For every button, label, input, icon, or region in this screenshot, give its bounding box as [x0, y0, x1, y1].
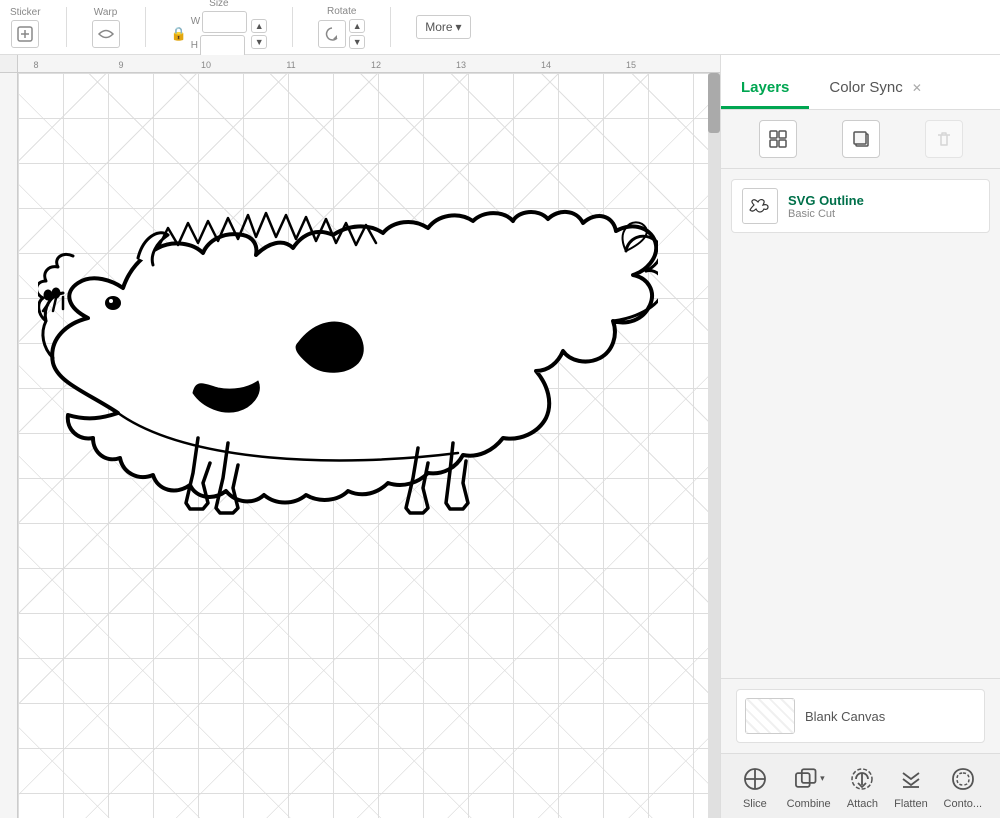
right-panel: Layers Color Sync ✕: [720, 55, 1000, 818]
boar-image[interactable]: [38, 193, 658, 523]
attach-tool[interactable]: Attach: [846, 763, 878, 810]
ruler-tick-9: 9: [118, 60, 123, 70]
flatten-label: Flatten: [894, 798, 928, 810]
sticker-group: Sticker: [10, 7, 41, 48]
rotate-label: Rotate: [327, 6, 356, 17]
rotate-ccw-btn[interactable]: [318, 20, 346, 48]
duplicate-layer-btn[interactable]: [842, 120, 880, 158]
delete-icon: [934, 129, 954, 149]
size-up-btn[interactable]: ▲: [251, 19, 267, 33]
close-color-sync-icon[interactable]: ✕: [912, 81, 922, 95]
group-icon: [768, 129, 788, 149]
scrollbar-thumb[interactable]: [708, 73, 720, 133]
canvas-content[interactable]: [18, 73, 720, 818]
combine-icon-area: ▾: [793, 763, 825, 795]
vertical-scrollbar[interactable]: [708, 73, 720, 818]
blank-canvas-thumbnail: [745, 698, 795, 734]
flatten-tool[interactable]: Flatten: [894, 763, 928, 810]
warp-group: Warp: [92, 7, 120, 48]
slice-label: Slice: [743, 798, 767, 810]
more-dropdown-icon: ▾: [456, 20, 462, 34]
ruler-corner: [0, 55, 18, 73]
ruler-tick-11: 11: [286, 60, 295, 70]
rotate-group: Rotate ▲ ▼: [318, 6, 365, 49]
width-input[interactable]: [202, 11, 247, 33]
top-toolbar: Sticker Warp Size 🔒 W H: [0, 0, 1000, 55]
combine-icon: [793, 766, 818, 792]
ruler-tick-14: 14: [541, 60, 551, 70]
lock-icon: 🔒: [171, 26, 187, 42]
size-label: Size: [209, 0, 228, 9]
warp-label: Warp: [94, 7, 118, 18]
rotate-inc-btn[interactable]: ▲: [349, 19, 365, 33]
delete-layer-btn[interactable]: [925, 120, 963, 158]
ruler-tick-8: 8: [33, 60, 38, 70]
sep-3: [292, 7, 293, 47]
more-label: More: [425, 20, 452, 34]
sticker-label: Sticker: [10, 7, 41, 18]
slice-tool[interactable]: Slice: [739, 763, 771, 810]
layers-list: SVG Outline Basic Cut: [721, 169, 1000, 678]
contour-icon: [947, 763, 979, 795]
size-group: Size 🔒 W H ▲ ▼: [171, 0, 268, 57]
duplicate-icon: [851, 129, 871, 149]
attach-icon: [846, 763, 878, 795]
panel-tabs: Layers Color Sync ✕: [721, 55, 1000, 110]
combine-label: Combine: [787, 798, 831, 810]
tab-layers[interactable]: Layers: [721, 71, 809, 109]
sticker-icon-btn[interactable]: [11, 20, 39, 48]
combine-tool[interactable]: ▾ Combine: [787, 763, 831, 810]
attach-label: Attach: [847, 798, 878, 810]
canvas-grid[interactable]: [18, 73, 720, 818]
tab-color-sync-label: Color Sync: [829, 79, 902, 96]
sep-1: [66, 7, 67, 47]
panel-bottom-toolbar: Slice ▾ Combine: [721, 753, 1000, 818]
height-input[interactable]: [200, 35, 245, 57]
contour-label: Conto...: [944, 798, 983, 810]
blank-canvas-label: Blank Canvas: [805, 709, 885, 724]
contour-tool[interactable]: Conto...: [944, 763, 983, 810]
ruler-tick-10: 10: [201, 60, 211, 70]
main-area: 8 9 10 11 12 13 14 15: [0, 55, 1000, 818]
flatten-icon: [895, 763, 927, 795]
more-button[interactable]: More ▾: [416, 15, 470, 39]
sep-4: [390, 7, 391, 47]
size-down-btn[interactable]: ▼: [251, 35, 267, 49]
sep-2: [145, 7, 146, 47]
layer-item[interactable]: SVG Outline Basic Cut: [731, 179, 990, 233]
ruler-horizontal: 8 9 10 11 12 13 14 15: [0, 55, 720, 73]
tab-layers-label: Layers: [741, 79, 789, 96]
layer-info: SVG Outline Basic Cut: [788, 193, 979, 220]
layer-thumb-svg: [746, 192, 774, 220]
rotate-dec-btn[interactable]: ▼: [349, 35, 365, 49]
canvas-wrapper: 8 9 10 11 12 13 14 15: [0, 55, 720, 818]
layer-name: SVG Outline: [788, 193, 979, 208]
combine-dropdown-icon[interactable]: ▾: [820, 773, 825, 784]
ruler-tick-15: 15: [626, 60, 636, 70]
slice-icon: [739, 763, 771, 795]
blank-canvas-item[interactable]: Blank Canvas: [736, 689, 985, 743]
layer-type: Basic Cut: [788, 208, 979, 220]
blank-canvas-section: Blank Canvas: [721, 678, 1000, 753]
tab-color-sync[interactable]: Color Sync ✕: [809, 71, 942, 109]
layer-thumbnail: [742, 188, 778, 224]
group-layers-btn[interactable]: [759, 120, 797, 158]
ruler-tick-12: 12: [371, 60, 381, 70]
ruler-tick-13: 13: [456, 60, 466, 70]
layer-actions: [721, 110, 1000, 169]
ruler-vertical: [0, 73, 18, 818]
warp-btn[interactable]: [92, 20, 120, 48]
